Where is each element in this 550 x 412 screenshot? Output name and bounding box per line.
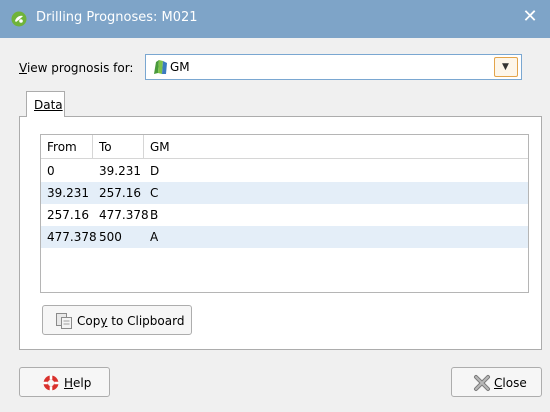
cell-from: 0 <box>47 164 55 178</box>
close-cross-icon <box>474 375 490 391</box>
cell-from: 257.16 <box>47 208 89 222</box>
help-lifebuoy-icon <box>43 375 59 391</box>
cell-from: 477.378 <box>47 230 97 244</box>
table-row[interactable]: 0 39.231 D <box>41 160 528 182</box>
dropdown-button[interactable]: ▼ <box>494 57 518 77</box>
column-header-gm[interactable]: GM <box>150 140 170 154</box>
geological-model-icon <box>154 60 167 74</box>
cell-gm: B <box>150 208 159 222</box>
title-bar: Drilling Prognoses: M021 ✕ <box>0 0 550 38</box>
close-button[interactable]: Close <box>451 367 542 397</box>
close-label: Close <box>494 376 527 390</box>
app-icon <box>11 11 27 27</box>
table-row[interactable]: 257.16 477.378 B <box>41 204 528 226</box>
tab-data[interactable]: Data <box>26 91 65 117</box>
view-prognosis-select[interactable]: GM ▼ <box>145 54 522 80</box>
column-header-from[interactable]: From <box>47 140 77 154</box>
cell-to: 39.231 <box>99 164 141 178</box>
prognosis-table: From To GM 0 39.231 D 39.231 257.16 C 25… <box>40 134 529 293</box>
cell-gm: C <box>150 186 159 200</box>
chevron-down-icon: ▼ <box>502 62 509 72</box>
tab-data-label: Data <box>34 98 63 112</box>
table-row[interactable]: 477.378 500 A <box>41 226 528 248</box>
view-prognosis-label: View prognosis for: <box>19 61 134 75</box>
column-header-to[interactable]: To <box>99 140 112 154</box>
column-divider[interactable] <box>143 135 144 159</box>
cell-gm: D <box>150 164 160 178</box>
window-title: Drilling Prognoses: M021 <box>36 10 198 25</box>
cell-to: 500 <box>99 230 122 244</box>
help-label: Help <box>64 376 92 390</box>
copy-clipboard-icon <box>56 313 72 329</box>
cell-from: 39.231 <box>47 186 89 200</box>
selected-prognosis: GM <box>170 60 190 74</box>
help-button[interactable]: Help <box>19 367 110 397</box>
column-divider[interactable] <box>92 135 93 159</box>
cell-to: 257.16 <box>99 186 141 200</box>
table-header: From To GM <box>41 135 528 159</box>
table-row[interactable]: 39.231 257.16 C <box>41 182 528 204</box>
copy-to-clipboard-label: Copy to Clipboard <box>77 314 185 328</box>
copy-to-clipboard-button[interactable]: Copy to Clipboard <box>42 305 192 335</box>
drilling-prognoses-dialog: Drilling Prognoses: M021 ✕ View prognosi… <box>0 0 550 412</box>
close-window-icon[interactable]: ✕ <box>520 7 540 27</box>
cell-gm: A <box>150 230 159 244</box>
cell-to: 477.378 <box>99 208 149 222</box>
